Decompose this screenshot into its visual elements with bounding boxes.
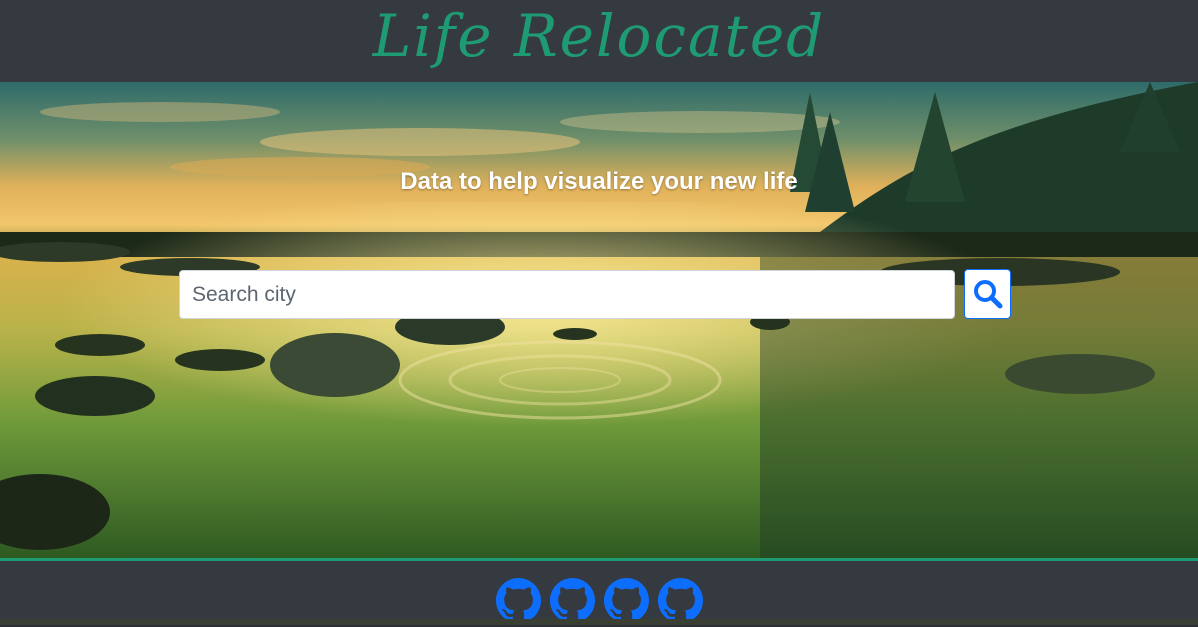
site-footer — [0, 561, 1198, 625]
github-link[interactable] — [495, 578, 541, 623]
github-link[interactable] — [549, 578, 595, 623]
search-input[interactable] — [179, 270, 955, 319]
github-link[interactable] — [657, 578, 703, 623]
github-icon — [657, 578, 703, 622]
github-icon — [495, 578, 541, 622]
lake-sunset-image — [0, 82, 1198, 558]
hero-tagline: Data to help visualize your new life — [400, 168, 798, 195]
site-header: Life Relocated — [0, 0, 1198, 82]
hero-banner: Data to help visualize your new life — [0, 82, 1198, 558]
github-icon — [549, 578, 595, 622]
github-icon — [603, 578, 649, 622]
search-icon — [973, 280, 1002, 309]
github-links — [0, 578, 1198, 623]
search-button[interactable] — [964, 269, 1011, 319]
brand-logo[interactable]: Life Relocated — [373, 7, 826, 65]
bottom-strip — [0, 619, 1198, 625]
github-link[interactable] — [603, 578, 649, 623]
